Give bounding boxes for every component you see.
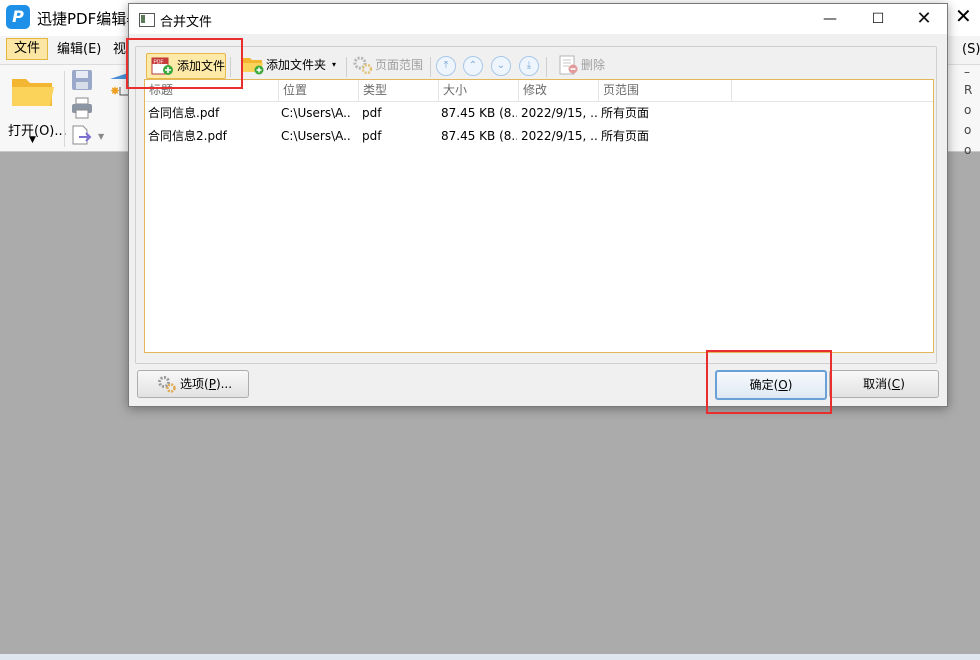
column-modified[interactable]: 修改 <box>519 80 599 101</box>
add-folder-button[interactable]: 添加文件夹 ▾ <box>240 53 342 77</box>
app-statusbar <box>0 654 980 660</box>
app-close-button[interactable]: ✕ <box>955 6 972 26</box>
column-type[interactable]: 类型 <box>359 80 439 101</box>
page-range-label: 页面范围 <box>375 58 424 72</box>
maximize-button[interactable]: ☐ <box>855 4 901 34</box>
close-button[interactable]: ✕ <box>901 4 947 34</box>
menu-view[interactable]: 视 <box>113 40 126 60</box>
row-location: C:\Users\A.. <box>281 106 351 120</box>
table-row[interactable]: 合同信息.pdf C:\Users\A.. pdf 87.45 KB (8.. … <box>145 102 933 124</box>
menu-file[interactable]: 文件 <box>6 38 48 60</box>
row-page-range: 所有页面 <box>601 129 650 143</box>
file-list[interactable]: 标题 位置 类型 大小 修改 页范围 合同信息.pdf C:\Users\A..… <box>144 79 934 353</box>
row-modified: 2022/9/15, .. <box>521 106 597 120</box>
column-size[interactable]: 大小 <box>439 80 519 101</box>
toolbar-divider <box>430 57 431 77</box>
row-type: pdf <box>362 106 382 120</box>
move-up-icon[interactable]: ⌃ <box>463 56 483 76</box>
list-header: 标题 位置 类型 大小 修改 页范围 <box>145 80 933 102</box>
open-button-label[interactable]: 打开(O)... <box>8 120 67 139</box>
row-type: pdf <box>362 129 382 143</box>
save-icon[interactable] <box>70 69 94 91</box>
move-down-icon[interactable]: ⌄ <box>491 56 511 76</box>
folder-open-icon[interactable] <box>10 73 56 109</box>
options-label: 选项(P)... <box>180 377 233 391</box>
page-range-button[interactable]: 页面范围 <box>350 53 432 77</box>
menu-right-fragment[interactable]: (S) <box>962 40 980 60</box>
highlight-ok-button <box>706 350 832 414</box>
column-page-range[interactable]: 页范围 <box>599 80 732 101</box>
add-folder-icon <box>243 58 264 75</box>
move-top-icon[interactable]: ⤒ <box>436 56 456 76</box>
dialog-window-icon <box>139 13 155 27</box>
row-modified: 2022/9/15, .. <box>521 129 597 143</box>
toolbar-divider <box>346 57 347 77</box>
ribbon-right-text-3: o <box>964 103 972 117</box>
ribbon-right-text-1: – <box>964 65 970 79</box>
ribbon-right-text-5: o <box>964 143 972 157</box>
app-logo-icon: P <box>6 5 30 29</box>
dialog-title: 合并文件 <box>160 15 213 30</box>
toolbar-divider <box>546 57 547 77</box>
merge-files-dialog: 合并文件 — ☐ ✕ PDF 添加文件 添加文件夹 ▾ 页面范围 ⤒ ⌃ ⌄ ⤓… <box>128 3 948 407</box>
ribbon-right-text-4: o <box>964 123 972 137</box>
move-bottom-icon[interactable]: ⤓ <box>519 56 539 76</box>
row-size: 87.45 KB (8.. <box>441 106 517 120</box>
delete-button[interactable]: 删除 <box>556 53 616 77</box>
delete-label: 删除 <box>581 58 606 72</box>
table-row[interactable]: 合同信息2.pdf C:\Users\A.. pdf 87.45 KB (8..… <box>145 125 933 147</box>
row-location: C:\Users\A.. <box>281 129 351 143</box>
row-title: 合同信息.pdf <box>148 106 220 120</box>
export-icon[interactable]: ▼ <box>70 125 108 145</box>
app-title: 迅捷PDF编辑器 <box>37 10 142 28</box>
dialog-toolbar: PDF 添加文件 添加文件夹 ▾ 页面范围 ⤒ ⌃ ⌄ ⤓ 删除 <box>136 51 936 79</box>
print-icon[interactable] <box>70 97 94 119</box>
svg-text:✸: ✸ <box>110 84 120 97</box>
open-dropdown-arrow-icon[interactable]: ▼ <box>29 135 36 145</box>
add-folder-dropdown-icon[interactable]: ▾ <box>332 53 336 77</box>
ribbon-divider <box>64 71 65 147</box>
highlight-add-file <box>126 38 243 89</box>
delete-icon <box>559 55 578 75</box>
add-folder-label: 添加文件夹 <box>266 58 327 72</box>
dialog-titlebar: 合并文件 — ☐ ✕ <box>129 4 947 34</box>
ribbon-right-text-2: R <box>964 83 973 97</box>
svg-text:▼: ▼ <box>98 132 105 141</box>
row-size: 87.45 KB (8.. <box>441 129 517 143</box>
row-title: 合同信息2.pdf <box>148 129 227 143</box>
options-button[interactable]: 选项(P)... <box>137 370 249 398</box>
column-location[interactable]: 位置 <box>279 80 359 101</box>
row-page-range: 所有页面 <box>601 106 650 120</box>
options-gear-icon <box>158 376 176 393</box>
cancel-button[interactable]: 取消(C) <box>829 370 939 398</box>
menu-edit[interactable]: 编辑(E) <box>57 40 101 60</box>
gear-icon <box>353 56 373 75</box>
dialog-panel: PDF 添加文件 添加文件夹 ▾ 页面范围 ⤒ ⌃ ⌄ ⤓ 删除 标题 位置 类… <box>135 46 937 364</box>
minimize-button[interactable]: — <box>807 4 853 34</box>
